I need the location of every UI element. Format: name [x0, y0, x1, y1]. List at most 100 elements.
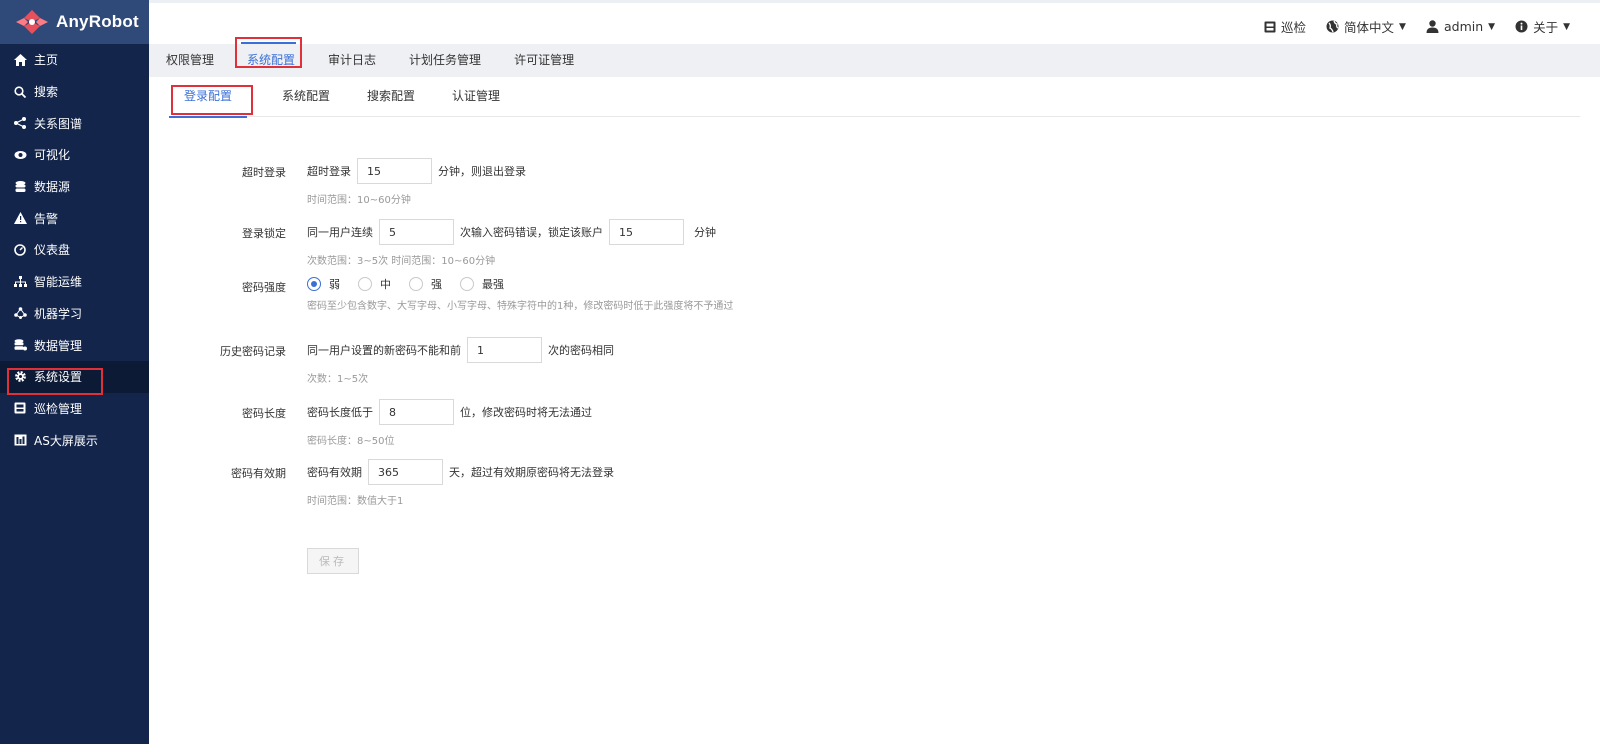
globe-icon	[1326, 20, 1339, 33]
language-select[interactable]: 简体中文 ▼	[1326, 17, 1406, 36]
sidebar: AnyRobot 主页 搜索 关系图谱 可视化 数据源 告警 仪表盘 智能运维 …	[0, 0, 149, 744]
home-icon	[12, 53, 28, 66]
inspect-icon	[1264, 21, 1276, 32]
validity-input[interactable]: 365	[368, 459, 443, 485]
timeout-label: 超时登录	[242, 166, 286, 179]
warning-icon	[12, 212, 28, 225]
sidebar-item-search[interactable]: 搜索	[0, 76, 149, 108]
sidebar-item-label: 机器学习	[34, 306, 83, 321]
data-manage-icon	[12, 339, 28, 351]
radio-checked-icon	[307, 277, 321, 291]
sidebar-item-label: 数据源	[34, 180, 71, 195]
app-name: AnyRobot	[56, 12, 139, 31]
sidebar-item-label: 可视化	[34, 148, 71, 163]
sidebar-item-dashboard[interactable]: 仪表盘	[0, 234, 149, 266]
app-logo[interactable]: AnyRobot	[0, 0, 149, 44]
sidebar-item-label: 关系图谱	[34, 116, 83, 131]
strength-option-medium[interactable]: 中	[358, 276, 391, 292]
save-button[interactable]: 保存	[307, 548, 359, 574]
sidebar-item-label: 数据管理	[34, 338, 83, 353]
lockout-label: 登录锁定	[242, 227, 286, 240]
highlight-box	[7, 368, 103, 395]
chevron-down-icon: ▼	[1399, 21, 1406, 32]
timeout-input[interactable]: 15	[357, 158, 432, 184]
lockout-middle: 次输入密码错误，锁定该账户	[460, 226, 603, 239]
search-icon	[12, 85, 28, 98]
tab-permissions[interactable]: 权限管理	[166, 44, 214, 77]
database-icon	[12, 180, 28, 193]
lockout-hint: 次数范围：3~5次 时间范围：10~60分钟	[307, 256, 496, 267]
strength-option-strong[interactable]: 强	[409, 276, 442, 292]
sidebar-item-datamanage[interactable]: 数据管理	[0, 329, 149, 361]
radio-unchecked-icon	[460, 277, 474, 291]
subtab-system-config[interactable]: 系统配置	[280, 77, 332, 117]
top-header: 巡检 简体中文 ▼ admin ▼ 关于 ▼	[149, 0, 1600, 44]
sidebar-item-label: 智能运维	[34, 275, 83, 290]
subtab-search-config[interactable]: 搜索配置	[365, 77, 417, 117]
validity-prefix: 密码有效期	[307, 466, 362, 479]
username-label: admin	[1443, 19, 1484, 34]
strength-option-label: 中	[380, 278, 391, 291]
length-label: 密码长度	[242, 407, 286, 420]
sidebar-item-label: AS大屏展示	[34, 433, 98, 448]
length-prefix: 密码长度低于	[307, 406, 373, 419]
tab-audit-log[interactable]: 审计日志	[328, 44, 376, 77]
sidebar-item-as-screen[interactable]: AS大屏展示	[0, 424, 149, 456]
lockout-content: 同一用户连续 5 次输入密码错误，锁定该账户 15 分钟	[307, 219, 716, 245]
sidebar-item-inspection[interactable]: 巡检管理	[0, 393, 149, 425]
info-icon	[1515, 20, 1528, 33]
sidebar-item-home[interactable]: 主页	[0, 44, 149, 76]
validity-hint: 时间范围：数值大于1	[307, 496, 404, 507]
timeout-prefix: 超时登录	[307, 165, 351, 178]
lockout-suffix: 分钟	[694, 226, 716, 239]
tab-license[interactable]: 许可证管理	[514, 44, 574, 77]
inspect-icon	[12, 402, 28, 414]
length-input[interactable]: 8	[379, 399, 454, 425]
sitemap-icon	[12, 275, 28, 288]
sidebar-item-label: 仪表盘	[34, 243, 71, 258]
validity-content: 密码有效期 365 天，超过有效期原密码将无法登录	[307, 459, 614, 485]
sidebar-item-label: 主页	[34, 53, 59, 68]
timeout-content: 超时登录 15 分钟，则退出登录	[307, 158, 526, 184]
sidebar-item-datasource[interactable]: 数据源	[0, 171, 149, 203]
sidebar-item-aiops[interactable]: 智能运维	[0, 266, 149, 298]
highlight-box	[235, 37, 302, 68]
history-input[interactable]: 1	[467, 337, 542, 363]
sidebar-item-alert[interactable]: 告警	[0, 202, 149, 234]
sidebar-item-visualize[interactable]: 可视化	[0, 139, 149, 171]
lockout-minutes-input[interactable]: 15	[609, 219, 684, 245]
about-label: 关于	[1533, 20, 1559, 35]
length-content: 密码长度低于 8 位，修改密码时将无法通过	[307, 399, 592, 425]
highlight-box	[171, 85, 253, 115]
strength-option-label: 强	[431, 278, 442, 291]
strength-options: 弱 中 强 最强	[307, 276, 516, 292]
subtab-auth-management[interactable]: 认证管理	[450, 77, 502, 117]
history-hint: 次数：1~5次	[307, 374, 369, 385]
tab-scheduled-tasks[interactable]: 计划任务管理	[409, 44, 481, 77]
history-label: 历史密码记录	[220, 345, 286, 358]
chevron-down-icon: ▼	[1488, 21, 1496, 32]
strength-option-label: 弱	[329, 278, 340, 291]
inspect-button[interactable]: 巡检	[1264, 17, 1306, 36]
strength-option-label: 最强	[482, 278, 504, 291]
graph-icon	[12, 117, 28, 130]
logo-icon	[16, 10, 48, 34]
history-prefix: 同一用户设置的新密码不能和前	[307, 344, 461, 357]
strength-option-weak[interactable]: 弱	[307, 276, 340, 292]
history-content: 同一用户设置的新密码不能和前 1 次的密码相同	[307, 337, 614, 363]
lockout-attempts-input[interactable]: 5	[379, 219, 454, 245]
radio-unchecked-icon	[409, 277, 423, 291]
sidebar-item-label: 搜索	[34, 85, 59, 100]
timeout-suffix: 分钟，则退出登录	[438, 165, 526, 178]
sidebar-item-graph[interactable]: 关系图谱	[0, 107, 149, 139]
about-menu[interactable]: 关于 ▼	[1515, 17, 1570, 36]
language-label: 简体中文	[1344, 20, 1395, 35]
user-icon	[1426, 20, 1439, 33]
sidebar-item-ml[interactable]: 机器学习	[0, 298, 149, 330]
main-tabs: 权限管理 系统配置 审计日志 计划任务管理 许可证管理	[149, 44, 1600, 77]
strength-option-strongest[interactable]: 最强	[460, 276, 504, 292]
user-menu[interactable]: admin ▼	[1426, 19, 1495, 34]
ml-icon	[12, 307, 28, 320]
sub-tabs: 登录配置 系统配置 搜索配置 认证管理	[169, 77, 1580, 118]
lockout-prefix: 同一用户连续	[307, 226, 373, 239]
